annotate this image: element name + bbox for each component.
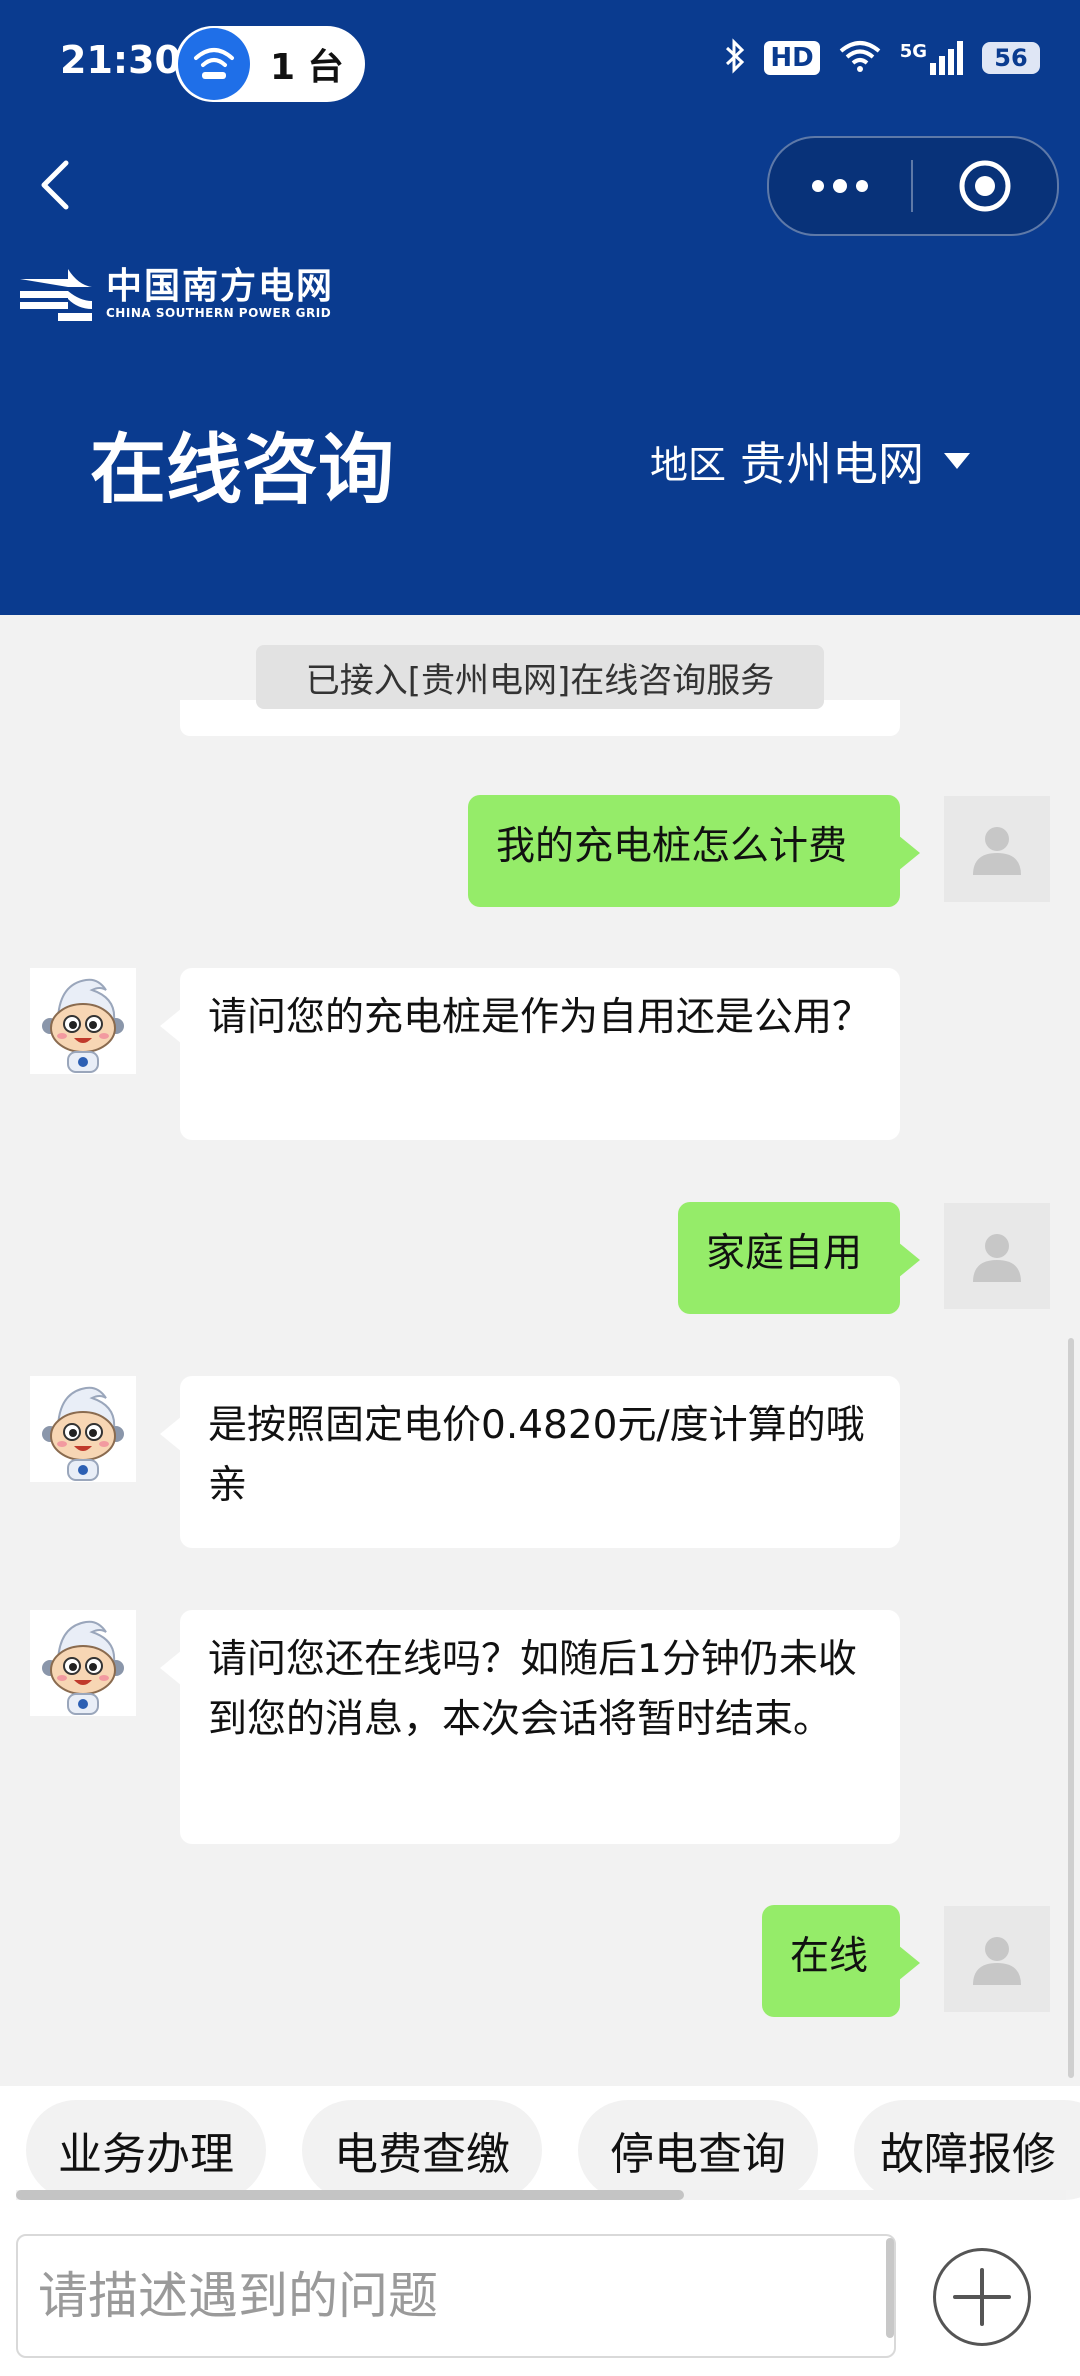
message-text: 在线 xyxy=(790,1934,869,1979)
hotspot-pill[interactable]: 1 台 xyxy=(175,26,365,102)
message-text: 我的充电桩怎么计费 xyxy=(496,824,848,869)
quick-action-repair[interactable]: 故障报修 xyxy=(854,2100,1080,2200)
user-avatar[interactable] xyxy=(944,1906,1050,2012)
service-notice: 已接入[贵州电网]在线咨询服务 xyxy=(256,645,824,709)
user-silhouette-icon xyxy=(973,1234,1021,1282)
message-text: 是按照固定电价0.4820元/度计算的哦亲 xyxy=(208,1403,865,1508)
message-text: 请问您的充电桩是作为自用还是公用？ xyxy=(208,995,872,1040)
page-title: 在线咨询 xyxy=(90,425,394,514)
bot-avatar[interactable] xyxy=(30,968,136,1074)
bot-message: 是按照固定电价0.4820元/度计算的哦亲 xyxy=(160,1376,900,1548)
caret-down-icon xyxy=(944,453,971,469)
status-time: 21:30 xyxy=(60,38,181,82)
robot-mascot-icon xyxy=(42,1620,124,1715)
message-text: 请问您还在线吗？如随后1分钟仍未收到您的消息，本次会话将暂时结束。 xyxy=(208,1637,857,1742)
user-silhouette-icon xyxy=(973,827,1021,875)
target-icon xyxy=(959,160,1011,212)
close-miniprogram-button[interactable] xyxy=(913,159,1057,213)
user-message: 家庭自用 xyxy=(678,1202,920,1314)
battery-icon: 56 xyxy=(982,42,1040,74)
input-scrollbar xyxy=(886,2238,894,2338)
chat-scrollbar[interactable] xyxy=(1068,1338,1074,2078)
logo-en: CHINA SOUTHERN POWER GRID xyxy=(106,306,332,320)
hotspot-count: 1 台 xyxy=(270,47,344,88)
add-button[interactable] xyxy=(933,2248,1031,2346)
robot-mascot-icon xyxy=(42,1386,124,1481)
user-message: 在线 xyxy=(762,1905,920,2017)
question-input-box[interactable] xyxy=(16,2234,896,2358)
more-dots-icon xyxy=(812,179,868,193)
bot-avatar[interactable] xyxy=(30,1610,136,1716)
bot-message: 请问您的充电桩是作为自用还是公用？ xyxy=(160,968,900,1140)
chevron-left-icon xyxy=(41,160,69,210)
region-label: 地区 xyxy=(650,442,727,487)
quick-action-bill[interactable]: 电费查缴 xyxy=(302,2100,542,2200)
back-button[interactable] xyxy=(38,150,98,220)
region-selector[interactable]: 地区 贵州电网 xyxy=(650,428,972,494)
bot-message: 请问您还在线吗？如随后1分钟仍未收到您的消息，本次会话将暂时结束。 xyxy=(160,1610,900,1844)
more-button[interactable] xyxy=(769,178,911,194)
bot-avatar[interactable] xyxy=(30,1376,136,1482)
logo-text: 中国南方电网 CHINA SOUTHERN POWER GRID xyxy=(106,266,335,321)
miniprogram-capsule xyxy=(767,136,1059,236)
quick-action-business[interactable]: 业务办理 xyxy=(26,2100,266,2200)
csg-logo: 中国南方电网 CHINA SOUTHERN POWER GRID xyxy=(18,265,334,323)
question-input[interactable] xyxy=(18,2236,894,2356)
region-value: 贵州电网 xyxy=(740,437,925,491)
wifi-icon xyxy=(838,39,882,77)
logo-cn: 中国南方电网 xyxy=(106,266,335,307)
csg-logo-icon xyxy=(20,269,92,321)
hd-icon: HD xyxy=(764,41,820,75)
user-avatar[interactable] xyxy=(944,1203,1050,1309)
signal-5g-icon: 5G xyxy=(900,41,964,75)
bluetooth-icon xyxy=(724,38,746,78)
user-avatar[interactable] xyxy=(944,796,1050,902)
hotspot-icon xyxy=(178,28,250,100)
user-message: 我的充电桩怎么计费 xyxy=(468,795,920,907)
quick-action-outage[interactable]: 停电查询 xyxy=(578,2100,818,2200)
plus-icon xyxy=(953,2268,1011,2326)
status-icons: HD 5G 56 xyxy=(724,38,1040,78)
robot-mascot-icon xyxy=(42,978,124,1073)
quick-actions-scrollbar[interactable] xyxy=(16,2190,684,2200)
header: 21:30 1 台 HD 5G 56 中国南方电网 CHINA SOUTHERN… xyxy=(0,0,1080,615)
message-text: 家庭自用 xyxy=(706,1231,863,1276)
user-silhouette-icon xyxy=(973,1937,1021,1985)
